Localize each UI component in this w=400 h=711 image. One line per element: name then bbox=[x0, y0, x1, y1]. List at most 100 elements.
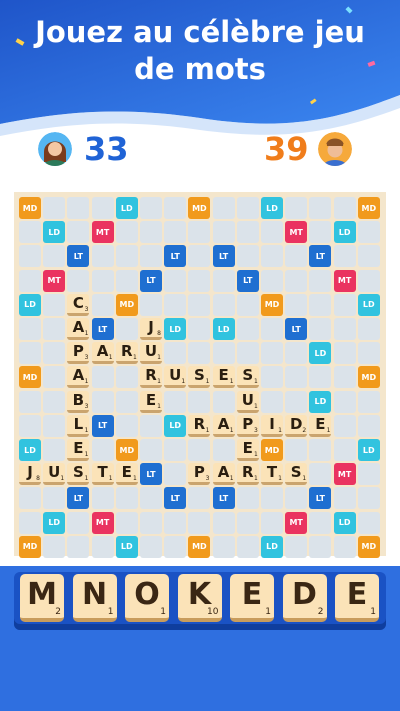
board-cell[interactable] bbox=[188, 293, 211, 316]
board-cell[interactable] bbox=[67, 511, 90, 534]
board-cell[interactable] bbox=[309, 366, 332, 389]
board-cell[interactable] bbox=[140, 197, 162, 219]
bonus-cell-ld[interactable]: LD bbox=[43, 221, 66, 244]
letter-tile[interactable]: C3 bbox=[67, 293, 90, 316]
letter-tile[interactable]: P3 bbox=[188, 463, 211, 486]
board-cell[interactable] bbox=[236, 511, 259, 534]
board-cell[interactable] bbox=[285, 366, 308, 389]
board-cell[interactable] bbox=[91, 535, 114, 558]
letter-tile[interactable]: S1 bbox=[285, 463, 308, 486]
bonus-cell-ld[interactable]: LD bbox=[357, 439, 380, 461]
bonus-cell-md[interactable]: MD bbox=[357, 366, 380, 389]
board-cell[interactable] bbox=[19, 318, 41, 340]
bonus-cell-lt[interactable]: LT bbox=[91, 414, 114, 437]
board-cell[interactable] bbox=[43, 366, 66, 389]
board-cell[interactable] bbox=[115, 390, 138, 413]
board-cell[interactable] bbox=[43, 245, 66, 268]
board-cell[interactable] bbox=[309, 535, 332, 558]
board-cell[interactable] bbox=[357, 318, 380, 340]
board-cell[interactable] bbox=[285, 342, 308, 365]
board-cell[interactable] bbox=[333, 342, 356, 365]
bonus-cell-md[interactable]: MD bbox=[261, 439, 283, 461]
rack-tile[interactable]: E1 bbox=[230, 574, 274, 622]
board-cell[interactable] bbox=[140, 487, 162, 510]
board-cell[interactable] bbox=[43, 318, 66, 340]
letter-tile[interactable]: A1 bbox=[212, 414, 235, 437]
bonus-cell-md[interactable]: MD bbox=[115, 293, 138, 316]
board-cell[interactable] bbox=[140, 511, 162, 534]
board-cell[interactable] bbox=[91, 487, 114, 510]
rack-tile[interactable]: O1 bbox=[125, 574, 169, 622]
letter-tile[interactable]: L1 bbox=[67, 414, 90, 437]
letter-tile[interactable]: D2 bbox=[285, 414, 308, 437]
board-cell[interactable] bbox=[261, 511, 283, 534]
board-cell[interactable] bbox=[164, 535, 187, 558]
letter-tile[interactable]: R1 bbox=[188, 414, 211, 437]
board-cell[interactable] bbox=[309, 221, 332, 244]
board-cell[interactable] bbox=[43, 439, 66, 461]
board-cell[interactable] bbox=[19, 245, 41, 268]
bonus-cell-lt[interactable]: LT bbox=[67, 245, 90, 268]
letter-tile[interactable]: T1 bbox=[261, 463, 283, 486]
bonus-cell-ld[interactable]: LD bbox=[19, 293, 41, 316]
letter-tile[interactable]: U1 bbox=[164, 366, 187, 389]
rack-tile[interactable]: E1 bbox=[335, 574, 379, 622]
bonus-cell-mt[interactable]: MT bbox=[43, 269, 66, 292]
board-cell[interactable] bbox=[261, 318, 283, 340]
woman-avatar-icon[interactable] bbox=[38, 132, 72, 166]
board-cell[interactable] bbox=[115, 245, 138, 268]
board-cell[interactable] bbox=[67, 269, 90, 292]
board-cell[interactable] bbox=[140, 535, 162, 558]
bonus-cell-lt[interactable]: LT bbox=[140, 463, 162, 486]
board-cell[interactable] bbox=[19, 269, 41, 292]
board-cell[interactable] bbox=[188, 390, 211, 413]
board-cell[interactable] bbox=[188, 487, 211, 510]
bonus-cell-lt[interactable]: LT bbox=[212, 487, 235, 510]
bonus-cell-ld[interactable]: LD bbox=[115, 197, 138, 219]
board-cell[interactable] bbox=[43, 390, 66, 413]
board-cell[interactable] bbox=[357, 487, 380, 510]
board-cell[interactable] bbox=[285, 439, 308, 461]
board-cell[interactable] bbox=[285, 487, 308, 510]
board-cell[interactable] bbox=[261, 366, 283, 389]
board-cell[interactable] bbox=[261, 487, 283, 510]
board-cell[interactable] bbox=[67, 221, 90, 244]
board-cell[interactable] bbox=[212, 293, 235, 316]
bonus-cell-mt[interactable]: MT bbox=[285, 221, 308, 244]
board-cell[interactable] bbox=[333, 318, 356, 340]
letter-tile[interactable]: R1 bbox=[236, 463, 259, 486]
board-cell[interactable] bbox=[285, 269, 308, 292]
letter-tile[interactable]: A1 bbox=[67, 318, 90, 340]
board-cell[interactable] bbox=[140, 414, 162, 437]
board-cell[interactable] bbox=[357, 390, 380, 413]
bonus-cell-md[interactable]: MD bbox=[19, 197, 41, 219]
board-cell[interactable] bbox=[91, 293, 114, 316]
board-cell[interactable] bbox=[261, 390, 283, 413]
letter-tile[interactable]: A1 bbox=[91, 342, 114, 365]
bonus-cell-mt[interactable]: MT bbox=[91, 511, 114, 534]
letter-tile[interactable]: S1 bbox=[236, 366, 259, 389]
letter-tile[interactable]: E1 bbox=[309, 414, 332, 437]
board-cell[interactable] bbox=[309, 463, 332, 486]
board-cell[interactable] bbox=[333, 197, 356, 219]
letter-tile[interactable]: U1 bbox=[236, 390, 259, 413]
board-cell[interactable] bbox=[285, 197, 308, 219]
board-cell[interactable] bbox=[19, 414, 41, 437]
letter-tile[interactable]: E1 bbox=[115, 463, 138, 486]
board-cell[interactable] bbox=[91, 245, 114, 268]
letter-tile[interactable]: P3 bbox=[236, 414, 259, 437]
bonus-cell-mt[interactable]: MT bbox=[285, 511, 308, 534]
bonus-cell-md[interactable]: MD bbox=[19, 535, 41, 558]
board-cell[interactable] bbox=[43, 535, 66, 558]
bonus-cell-lt[interactable]: LT bbox=[309, 487, 332, 510]
board-cell[interactable] bbox=[115, 414, 138, 437]
board-cell[interactable] bbox=[91, 390, 114, 413]
letter-tile[interactable]: B3 bbox=[67, 390, 90, 413]
board-cell[interactable] bbox=[236, 535, 259, 558]
rack-tile[interactable]: N1 bbox=[72, 574, 117, 622]
board-cell[interactable] bbox=[236, 221, 259, 244]
board-cell[interactable] bbox=[188, 318, 211, 340]
letter-tile[interactable]: T1 bbox=[91, 463, 114, 486]
letter-tile[interactable]: R1 bbox=[140, 366, 162, 389]
board-cell[interactable] bbox=[91, 269, 114, 292]
